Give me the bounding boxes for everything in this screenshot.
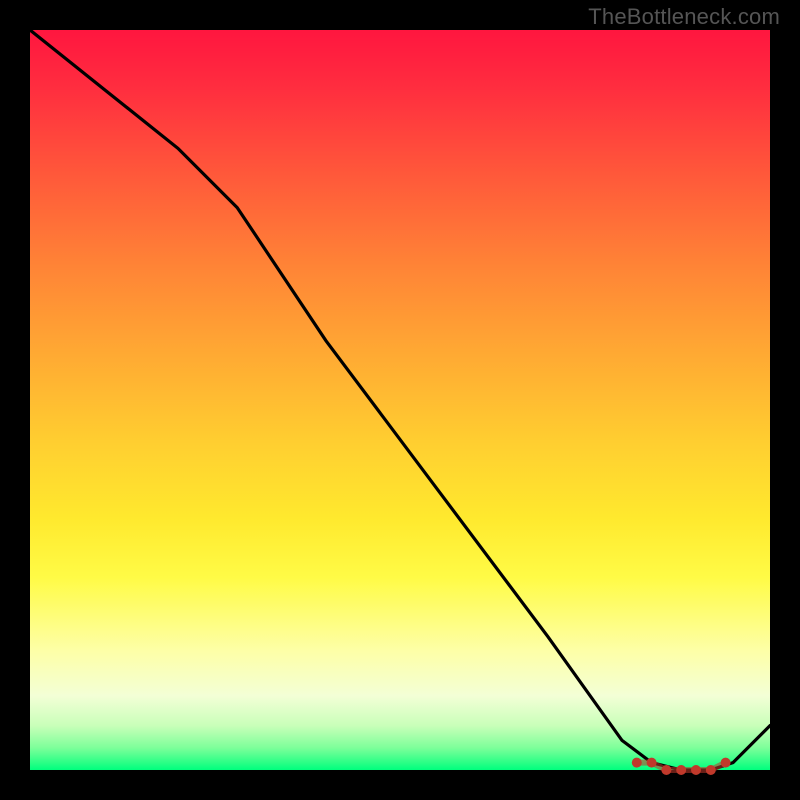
optimum-marker [706,765,716,775]
optimum-markers [632,758,731,775]
optimum-marker [691,765,701,775]
optimum-marker [632,758,642,768]
optimum-marker [721,758,731,768]
optimum-marker [676,765,686,775]
chart-frame: TheBottleneck.com [0,0,800,800]
watermark-label: TheBottleneck.com [588,4,780,30]
plot-area [30,30,770,770]
optimum-marker [647,758,657,768]
optimum-marker [661,765,671,775]
curve-line [30,30,770,770]
chart-svg [30,30,770,770]
